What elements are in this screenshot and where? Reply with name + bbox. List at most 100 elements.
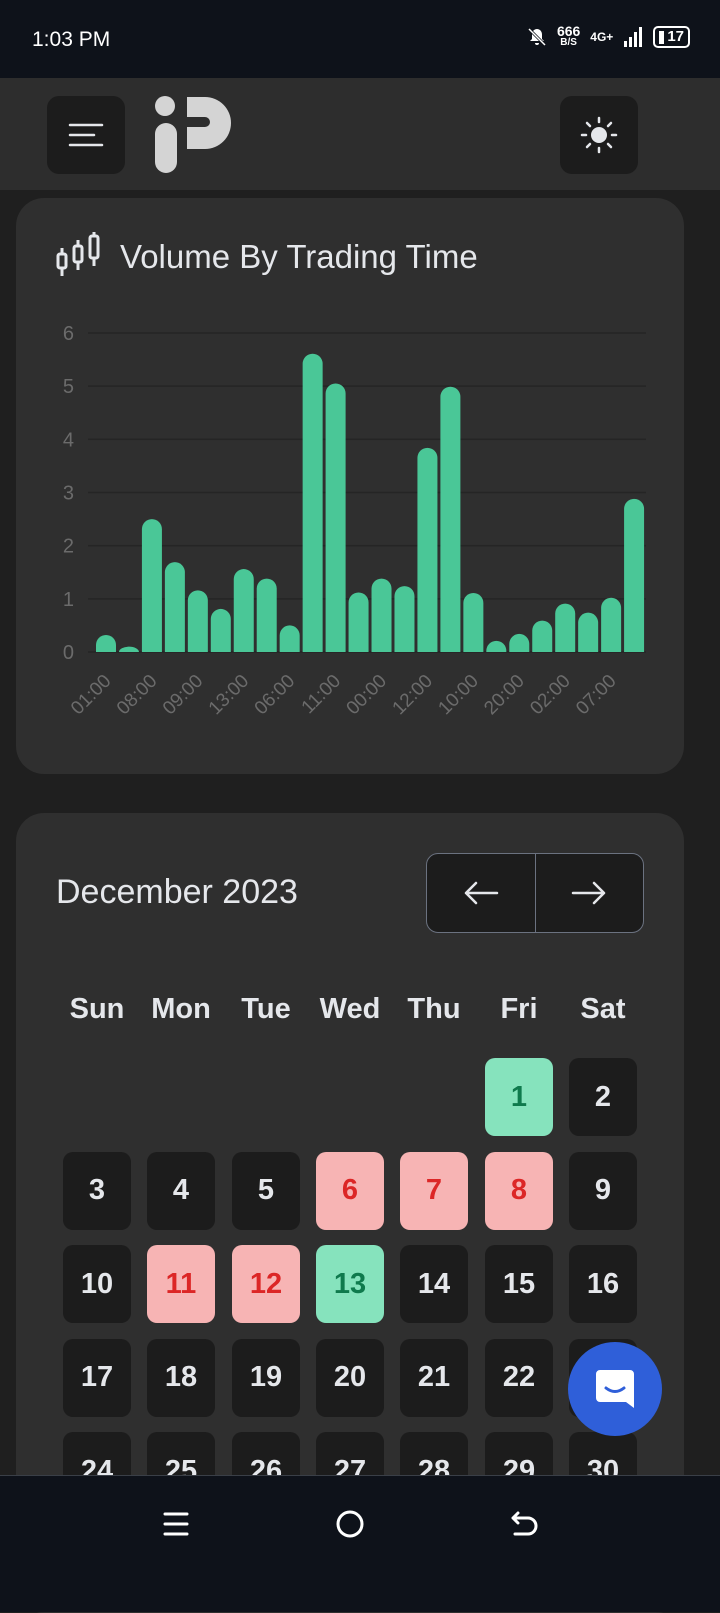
calendar-day[interactable]: 1 bbox=[485, 1058, 553, 1136]
hamburger-icon bbox=[68, 123, 104, 147]
battery-icon: 17 bbox=[653, 26, 690, 48]
calendar-day[interactable]: 4 bbox=[147, 1151, 215, 1230]
system-nav-bar bbox=[0, 1475, 720, 1612]
net-speed: 666 bbox=[556, 23, 581, 39]
signal-icon bbox=[624, 27, 643, 47]
calendar-day[interactable]: 17 bbox=[63, 1338, 131, 1417]
home-icon[interactable] bbox=[335, 1509, 365, 1539]
month-nav bbox=[426, 853, 644, 933]
y-tick-label: 2 bbox=[63, 536, 74, 558]
next-month-button[interactable] bbox=[536, 854, 644, 932]
calendar-day[interactable]: 16 bbox=[569, 1245, 637, 1323]
weekday-fri: Fri bbox=[500, 993, 538, 1025]
calendar-day[interactable]: 20 bbox=[316, 1338, 384, 1417]
app-header bbox=[0, 78, 720, 190]
bar[interactable] bbox=[348, 592, 369, 652]
calendar-day[interactable]: 11 bbox=[147, 1245, 215, 1323]
calendar-day[interactable]: 19 bbox=[232, 1338, 300, 1417]
calendar-day[interactable]: 13 bbox=[316, 1245, 384, 1323]
logo bbox=[155, 96, 231, 173]
bar[interactable] bbox=[463, 592, 484, 652]
x-tick-label: 06:00 bbox=[251, 671, 299, 719]
prev-month-button[interactable] bbox=[427, 854, 536, 932]
chat-icon bbox=[596, 1370, 634, 1408]
x-tick-label: 08:00 bbox=[113, 671, 161, 719]
back-icon[interactable] bbox=[510, 1509, 540, 1539]
bar[interactable] bbox=[509, 633, 530, 652]
y-tick-label: 5 bbox=[63, 376, 74, 398]
bar[interactable] bbox=[371, 578, 392, 652]
bar[interactable] bbox=[210, 608, 231, 652]
bar[interactable] bbox=[325, 383, 346, 652]
bar[interactable] bbox=[141, 519, 162, 652]
status-time: 1:03 PM bbox=[32, 28, 111, 51]
calendar-day[interactable]: 18 bbox=[147, 1338, 215, 1417]
net-speed-unit: B/S bbox=[560, 37, 577, 48]
arrow-right-icon bbox=[572, 881, 606, 905]
bar[interactable] bbox=[624, 498, 645, 652]
arrow-left-icon bbox=[464, 881, 498, 905]
volume-card: Volume By Trading Time 0 1 2 3 4 5 6 01:00 08:00… bbox=[16, 198, 684, 774]
theme-toggle-button[interactable] bbox=[560, 96, 638, 174]
chat-button[interactable] bbox=[568, 1342, 662, 1436]
network-type: 4G+ bbox=[590, 30, 614, 44]
calendar-month: December 2023 bbox=[56, 873, 298, 911]
battery-level: 17 bbox=[667, 28, 684, 45]
bar[interactable] bbox=[555, 603, 576, 652]
bar[interactable] bbox=[256, 578, 277, 652]
weekday-sat: Sat bbox=[580, 993, 626, 1025]
calendar-day[interactable]: 21 bbox=[400, 1338, 468, 1417]
x-tick-label: 20:00 bbox=[480, 671, 528, 719]
calendar-day[interactable]: 6 bbox=[316, 1151, 384, 1230]
calendar-day[interactable]: 12 bbox=[232, 1245, 300, 1323]
bar[interactable] bbox=[233, 569, 254, 652]
y-tick-label: 6 bbox=[63, 323, 74, 345]
sun-icon bbox=[580, 116, 618, 154]
bar[interactable] bbox=[486, 640, 507, 652]
bar[interactable] bbox=[279, 625, 300, 652]
calendar-day[interactable]: 10 bbox=[63, 1245, 131, 1323]
bar[interactable] bbox=[417, 447, 438, 652]
volume-chart: 0 1 2 3 4 5 6 01:0008:0009:0013:0006:0011:0000:… bbox=[63, 323, 646, 719]
bar[interactable] bbox=[578, 612, 599, 652]
y-tick-label: 4 bbox=[63, 429, 74, 451]
bar[interactable] bbox=[118, 646, 139, 652]
weekday-tue: Tue bbox=[241, 993, 291, 1025]
calendar-day[interactable]: 15 bbox=[485, 1245, 553, 1323]
calendar-day[interactable]: 8 bbox=[485, 1151, 553, 1230]
bar[interactable] bbox=[164, 562, 185, 652]
x-tick-label: 11:00 bbox=[298, 671, 345, 718]
x-tick-label: 00:00 bbox=[343, 671, 391, 719]
recents-icon[interactable] bbox=[162, 1510, 190, 1538]
weekday-sun: Sun bbox=[69, 993, 125, 1025]
bar[interactable] bbox=[302, 353, 323, 652]
calendar-day[interactable]: 14 bbox=[400, 1245, 468, 1323]
x-tick-label: 01:00 bbox=[67, 671, 115, 719]
calendar-day[interactable]: 7 bbox=[400, 1151, 468, 1230]
bell-off-icon bbox=[527, 27, 546, 47]
calendar-day[interactable]: 9 bbox=[569, 1151, 637, 1230]
calendar-day[interactable]: 22 bbox=[485, 1338, 553, 1417]
bar[interactable] bbox=[187, 590, 208, 652]
bar[interactable] bbox=[440, 386, 461, 652]
menu-button[interactable] bbox=[47, 96, 125, 174]
y-tick-label: 0 bbox=[63, 642, 74, 664]
status-bar: 1:03 PM 666 B/S 4G+ 17 bbox=[0, 0, 720, 78]
calendar-day[interactable]: 5 bbox=[232, 1151, 300, 1230]
weekday-mon: Mon bbox=[151, 993, 211, 1025]
x-tick-label: 07:00 bbox=[572, 671, 620, 719]
calendar-day[interactable]: 3 bbox=[63, 1151, 131, 1230]
weekday-thu: Thu bbox=[407, 993, 461, 1025]
y-tick-label: 3 bbox=[63, 483, 74, 505]
bar[interactable] bbox=[394, 586, 415, 652]
x-tick-label: 02:00 bbox=[526, 671, 574, 719]
bar[interactable] bbox=[96, 634, 116, 652]
x-tick-label: 13:00 bbox=[205, 671, 253, 719]
bar[interactable] bbox=[532, 620, 553, 652]
x-tick-label: 10:00 bbox=[434, 671, 482, 719]
y-tick-label: 1 bbox=[63, 589, 74, 611]
calendar-day[interactable]: 2 bbox=[569, 1058, 637, 1136]
x-tick-label: 09:00 bbox=[159, 671, 207, 719]
weekday-wed: Wed bbox=[319, 993, 381, 1025]
bar[interactable] bbox=[601, 597, 622, 652]
